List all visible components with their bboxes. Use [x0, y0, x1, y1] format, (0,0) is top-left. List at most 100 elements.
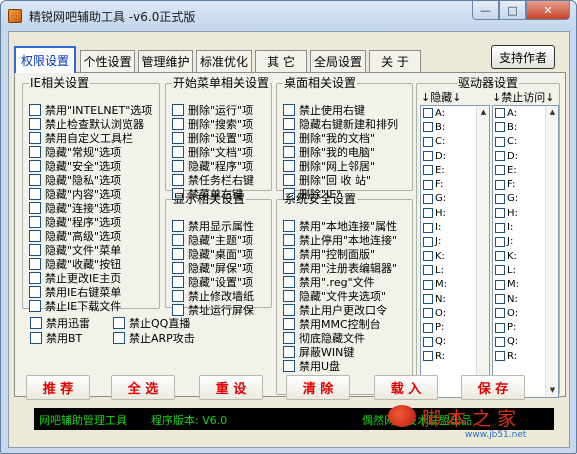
- display-option[interactable]: 隐藏"主题"项: [172, 233, 254, 247]
- misc-option-bt[interactable]: 禁用BT: [30, 331, 82, 345]
- checkbox-box[interactable]: [495, 322, 505, 333]
- start-option[interactable]: 隐藏"程序"项: [172, 159, 254, 173]
- checkbox-box[interactable]: [423, 165, 433, 176]
- security-option[interactable]: 彻底隐藏文件: [283, 331, 397, 345]
- checkbox-box[interactable]: [29, 146, 41, 158]
- security-option[interactable]: 禁止停用"本地连接": [283, 233, 397, 247]
- title-bar[interactable]: 精锐网吧辅助工具 -v6.0正式版 — □ ✕: [1, 1, 576, 31]
- checkbox-box[interactable]: [283, 248, 295, 260]
- checkbox-box[interactable]: [172, 248, 184, 260]
- checkbox-box[interactable]: [423, 222, 433, 233]
- ie-option[interactable]: 禁止检查默认浏览器: [29, 117, 152, 131]
- minimize-button[interactable]: —: [472, 1, 499, 20]
- checkbox-box[interactable]: [423, 108, 433, 119]
- checkbox-box[interactable]: [423, 236, 433, 247]
- checkbox-box[interactable]: [172, 174, 184, 186]
- recommend-button[interactable]: 推 荐: [26, 375, 90, 400]
- checkbox-box[interactable]: [423, 136, 433, 147]
- display-option[interactable]: 禁止修改墙纸: [172, 289, 254, 303]
- checkbox-box[interactable]: [283, 360, 295, 372]
- misc-option-qq-live[interactable]: 禁止QQ直播: [113, 316, 190, 330]
- checkbox-box[interactable]: [29, 160, 41, 172]
- ie-option[interactable]: 隐藏"隐私"选项: [29, 173, 152, 187]
- clear-button[interactable]: 清 除: [286, 375, 350, 400]
- start-option[interactable]: 删除"搜索"项: [172, 117, 254, 131]
- maximize-button[interactable]: □: [499, 1, 526, 20]
- ie-option[interactable]: 隐藏"收藏"按钮: [29, 257, 152, 271]
- checkbox-box[interactable]: [423, 265, 433, 276]
- security-option[interactable]: 屏蔽WIN键: [283, 345, 397, 359]
- checkbox-box[interactable]: [29, 202, 41, 214]
- checkbox-box[interactable]: [283, 104, 295, 116]
- checkbox-box[interactable]: [283, 332, 295, 344]
- start-option[interactable]: 删除"运行"项: [172, 103, 254, 117]
- checkbox-box[interactable]: [423, 122, 433, 133]
- ie-option[interactable]: 隐藏"安全"选项: [29, 159, 152, 173]
- desktop-option[interactable]: 删除"回 收 站": [283, 173, 398, 187]
- security-option[interactable]: 禁用"注册表编辑器": [283, 261, 397, 275]
- security-option[interactable]: 禁用".reg"文件: [283, 275, 397, 289]
- deny-drive-list[interactable]: A: B: C: D: E: F: G: H: I: J: K: L: M: N: O: P: Q: R: ▲ ▼: [492, 105, 559, 398]
- save-button[interactable]: 保 存: [461, 375, 525, 400]
- checkbox-box[interactable]: [172, 146, 184, 158]
- checkbox-box[interactable]: [495, 308, 505, 319]
- ie-option[interactable]: 隐藏"程序"选项: [29, 215, 152, 229]
- checkbox-box[interactable]: [495, 193, 505, 204]
- checkbox-box[interactable]: [172, 262, 184, 274]
- desktop-option[interactable]: 隐藏右键新建和排列: [283, 117, 398, 131]
- checkbox-box[interactable]: [172, 160, 184, 172]
- display-option[interactable]: 禁址运行屏保: [172, 303, 254, 317]
- desktop-option[interactable]: 删除"我的文档": [283, 131, 398, 145]
- scroll-up-icon[interactable]: ▲: [546, 106, 558, 119]
- checkbox-box[interactable]: [423, 322, 433, 333]
- checkbox-box[interactable]: [172, 118, 184, 130]
- checkbox-box[interactable]: [495, 351, 505, 362]
- desktop-option[interactable]: 删除"网上邻居": [283, 159, 398, 173]
- ie-option[interactable]: 禁用IE右键菜单: [29, 285, 152, 299]
- checkbox-box[interactable]: [423, 351, 433, 362]
- tab-global[interactable]: 全局设置: [310, 50, 366, 72]
- checkbox-box[interactable]: [283, 220, 295, 232]
- reset-button[interactable]: 重 设: [199, 375, 263, 400]
- checkbox-box[interactable]: [495, 222, 505, 233]
- ie-option[interactable]: 禁用"INTELNET"选项: [29, 103, 152, 117]
- security-option[interactable]: 禁用"本地连接"属性: [283, 219, 397, 233]
- checkbox-box[interactable]: [423, 179, 433, 190]
- display-option[interactable]: 隐藏"设置"项: [172, 275, 254, 289]
- checkbox-box[interactable]: [29, 118, 41, 130]
- security-option[interactable]: 隐藏"文件夹选项": [283, 289, 397, 303]
- checkbox-box[interactable]: [423, 251, 433, 262]
- checkbox-box[interactable]: [283, 346, 295, 358]
- close-button[interactable]: ✕: [526, 1, 570, 20]
- checkbox-box[interactable]: [423, 151, 433, 162]
- checkbox-box[interactable]: [495, 265, 505, 276]
- checkbox-box[interactable]: [29, 132, 41, 144]
- checkbox-box[interactable]: [495, 294, 505, 304]
- checkbox-box[interactable]: [113, 332, 125, 344]
- checkbox-box[interactable]: [29, 244, 41, 256]
- checkbox-box[interactable]: [495, 208, 505, 219]
- checkbox-box[interactable]: [172, 276, 184, 288]
- tab-personalize[interactable]: 个性设置: [80, 50, 135, 72]
- checkbox-box[interactable]: [172, 304, 184, 316]
- security-option[interactable]: 禁用"控制面版": [283, 247, 397, 261]
- checkbox-box[interactable]: [423, 279, 433, 290]
- tab-about[interactable]: 关 于: [369, 50, 421, 72]
- select-all-button[interactable]: 全 选: [111, 375, 175, 400]
- desktop-option[interactable]: 删除"我的电脑": [283, 145, 398, 159]
- checkbox-box[interactable]: [283, 262, 295, 274]
- checkbox-box[interactable]: [495, 122, 505, 133]
- checkbox-box[interactable]: [495, 165, 505, 176]
- checkbox-box[interactable]: [495, 179, 505, 190]
- checkbox-box[interactable]: [283, 160, 295, 172]
- ie-option[interactable]: 禁止IE下载文件: [29, 299, 152, 313]
- checkbox-box[interactable]: [283, 132, 295, 144]
- checkbox-box[interactable]: [172, 290, 184, 302]
- display-option[interactable]: 隐藏"桌面"项: [172, 247, 254, 261]
- checkbox-box[interactable]: [29, 300, 41, 312]
- tab-permissions[interactable]: 权限设置: [14, 46, 76, 73]
- ie-option[interactable]: 禁用自定义工具栏: [29, 131, 152, 145]
- misc-option-arp[interactable]: 禁止ARP攻击: [113, 331, 195, 345]
- checkbox-box[interactable]: [29, 258, 41, 270]
- checkbox-box[interactable]: [423, 208, 433, 219]
